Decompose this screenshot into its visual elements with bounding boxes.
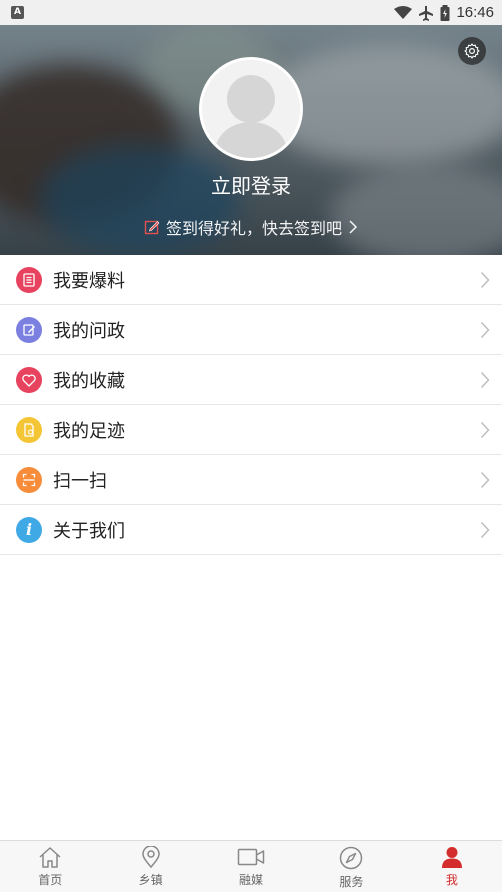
tab-me[interactable]: 我	[402, 841, 502, 892]
battery-icon	[440, 4, 450, 21]
login-button[interactable]: 立即登录	[0, 170, 502, 199]
chevron-right-icon	[480, 371, 490, 389]
notification-badge-icon: A	[11, 6, 24, 19]
tab-label: 首页	[38, 873, 63, 887]
home-icon	[39, 847, 61, 868]
menu-item-inquiry[interactable]: 我的问政	[0, 305, 502, 355]
menu-label: 我的足迹	[53, 420, 125, 442]
heart-icon	[16, 367, 42, 393]
tab-label: 服务	[339, 875, 364, 889]
wifi-icon	[394, 5, 413, 19]
menu-label: 我的问政	[53, 320, 125, 342]
status-bar: A 16:46	[0, 0, 502, 25]
menu-label: 我要爆料	[53, 270, 125, 292]
chevron-right-icon	[349, 220, 358, 234]
signin-prompt[interactable]: 签到得好礼，快去签到吧	[0, 215, 502, 239]
location-icon	[141, 846, 160, 868]
report-icon	[16, 267, 42, 293]
tab-label: 我	[445, 873, 458, 887]
status-icons: 16:46	[394, 2, 494, 23]
menu-item-scan[interactable]: 扫一扫	[0, 455, 502, 505]
chevron-right-icon	[480, 271, 490, 289]
airplane-icon	[419, 5, 434, 21]
chevron-right-icon	[480, 471, 490, 489]
menu-label: 关于我们	[53, 520, 125, 542]
tab-services[interactable]: 服务	[301, 841, 401, 892]
menu-item-favorites[interactable]: 我的收藏	[0, 355, 502, 405]
avatar[interactable]	[199, 57, 303, 161]
tab-label: 融媒	[239, 873, 264, 887]
menu-label: 我的收藏	[53, 370, 125, 392]
tab-media[interactable]: 融媒	[201, 841, 301, 892]
menu-item-report[interactable]: 我要爆料	[0, 255, 502, 305]
default-avatar-icon	[202, 60, 300, 158]
signin-text: 签到得好礼，快去签到吧	[165, 219, 342, 238]
chevron-right-icon	[480, 521, 490, 539]
bottom-nav: 首页 乡镇 融媒 服务 我	[0, 840, 502, 892]
footprint-icon	[16, 417, 42, 443]
tab-home[interactable]: 首页	[0, 841, 100, 892]
clock: 16:46	[456, 4, 494, 21]
edit-icon	[144, 220, 160, 235]
tab-towns[interactable]: 乡镇	[100, 841, 200, 892]
person-icon	[441, 847, 462, 868]
profile-header: 立即登录 签到得好礼，快去签到吧	[0, 25, 502, 255]
menu-item-about[interactable]: i 关于我们	[0, 505, 502, 555]
menu-list: 我要爆料 我的问政 我的收藏 我的足迹 扫一扫 i 关于我们	[0, 255, 502, 555]
chevron-right-icon	[480, 421, 490, 439]
scan-icon	[16, 467, 42, 493]
tab-label: 乡镇	[138, 873, 163, 887]
chevron-right-icon	[480, 321, 490, 339]
inquiry-icon	[16, 317, 42, 343]
gear-icon	[464, 43, 480, 59]
compass-icon	[340, 846, 363, 870]
info-icon: i	[16, 517, 42, 543]
settings-button[interactable]	[458, 37, 486, 65]
menu-item-footprint[interactable]: 我的足迹	[0, 405, 502, 455]
menu-label: 扫一扫	[53, 470, 107, 492]
video-icon	[237, 848, 265, 866]
